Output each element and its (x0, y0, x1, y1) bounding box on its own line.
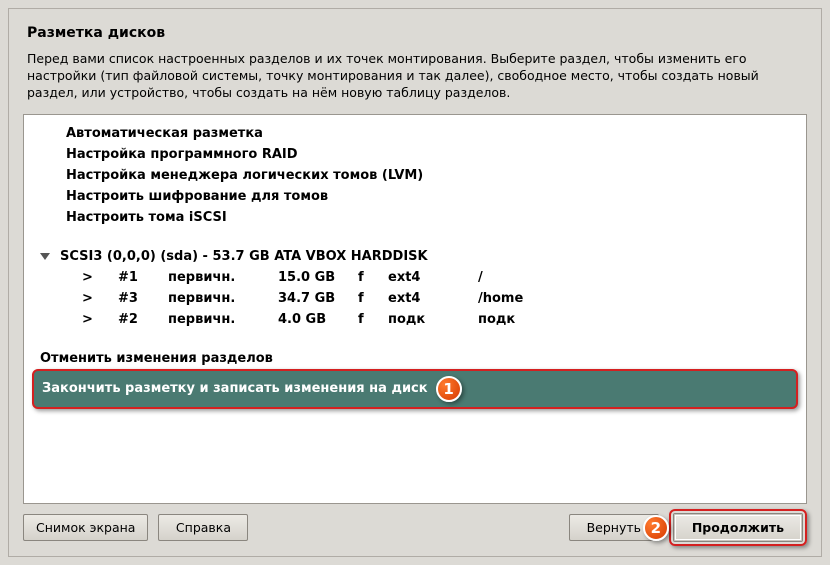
annotation-badge-2: 2 (643, 515, 669, 541)
option-undo[interactable]: Отменить изменения разделов (24, 348, 806, 369)
partition-row[interactable]: > #2 первичн. 4.0 GB f подк подк (24, 309, 806, 330)
continue-button[interactable]: Продолжить (673, 513, 803, 542)
dialog-title: Разметка дисков (9, 9, 821, 51)
option-lvm[interactable]: Настройка менеджера логических томов (LV… (24, 165, 806, 186)
partition-row[interactable]: > #1 первичн. 15.0 GB f ext4 / (24, 267, 806, 288)
option-raid[interactable]: Настройка программного RAID (24, 144, 806, 165)
annotation-badge-1: 1 (436, 376, 462, 402)
disk-header[interactable]: SCSI3 (0,0,0) (sda) - 53.7 GB ATA VBOX H… (24, 246, 806, 267)
finish-label: Закончить разметку и записать изменения … (42, 381, 428, 396)
option-finish[interactable]: Закончить разметку и записать изменения … (32, 369, 798, 409)
expand-icon (40, 253, 50, 260)
disk-label: SCSI3 (0,0,0) (sda) - 53.7 GB ATA VBOX H… (60, 249, 428, 264)
partition-row[interactable]: > #3 первичн. 34.7 GB f ext4 /home (24, 288, 806, 309)
dialog-description: Перед вами список настроенных разделов и… (9, 51, 821, 110)
option-finish-wrap: Закончить разметку и записать изменения … (32, 369, 798, 409)
option-iscsi[interactable]: Настроить тома iSCSI (24, 207, 806, 228)
continue-highlight: 2 Продолжить (669, 509, 807, 546)
help-button[interactable]: Справка (158, 514, 248, 541)
partition-dialog: Разметка дисков Перед вами список настро… (8, 8, 822, 557)
screenshot-button[interactable]: Снимок экрана (23, 514, 148, 541)
dialog-footer: Снимок экрана Справка Вернуть 2 Продолжи… (23, 509, 807, 546)
option-crypt[interactable]: Настроить шифрование для томов (24, 186, 806, 207)
option-auto[interactable]: Автоматическая разметка (24, 123, 806, 144)
partition-listbox: Автоматическая разметка Настройка програ… (23, 114, 807, 504)
